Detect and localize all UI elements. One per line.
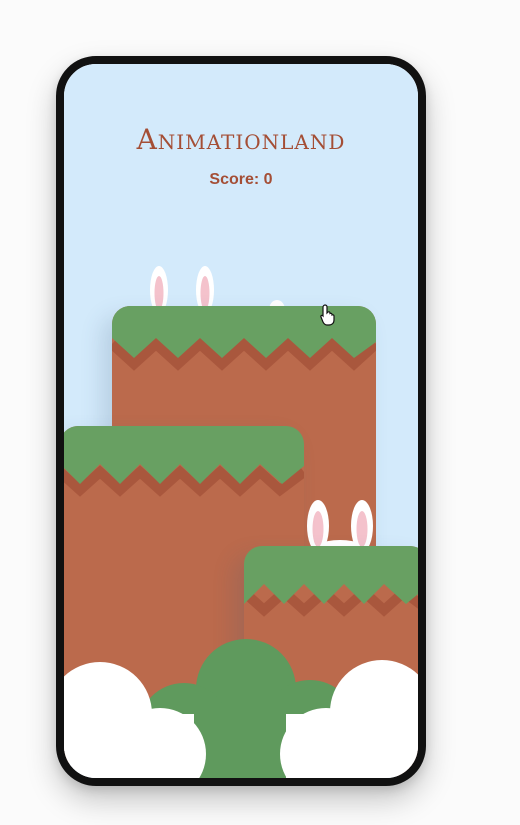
phone-frame: Animationland Score: 0	[56, 56, 426, 786]
hand-pointer-icon	[320, 304, 335, 326]
game-screen: Animationland Score: 0	[64, 64, 418, 778]
cloud-icon	[64, 662, 206, 778]
foreground-scenery	[64, 639, 418, 778]
cloud-icon	[280, 660, 418, 778]
